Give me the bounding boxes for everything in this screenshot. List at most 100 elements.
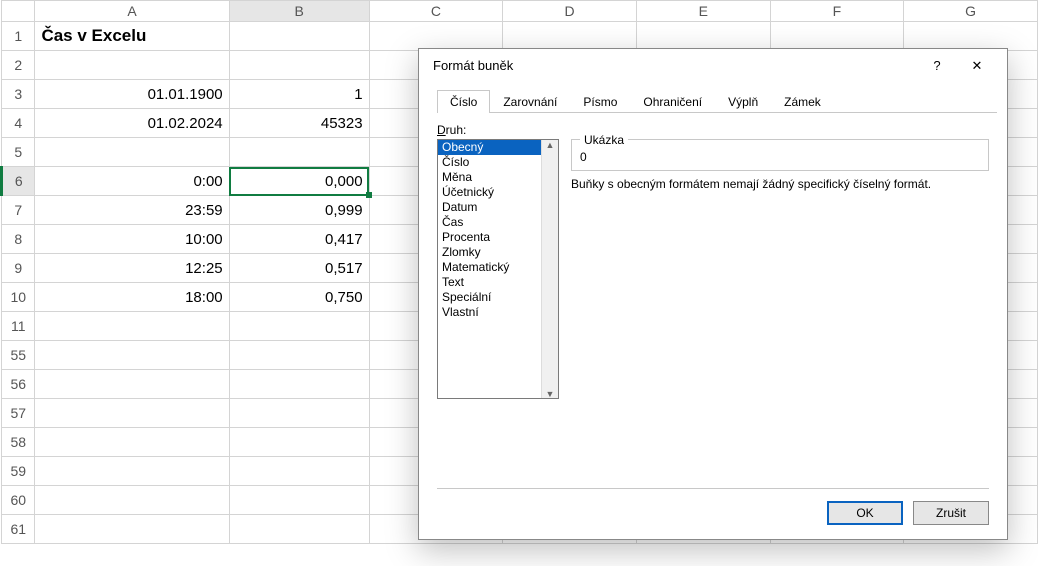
list-item[interactable]: Číslo <box>438 155 558 170</box>
dialog-titlebar[interactable]: Formát buněk ? ✕ <box>419 49 1007 83</box>
cell[interactable] <box>35 515 229 544</box>
row-head[interactable]: 60 <box>2 486 35 515</box>
tab-výplň[interactable]: Výplň <box>715 90 771 113</box>
cell[interactable] <box>503 22 637 51</box>
row-head[interactable]: 61 <box>2 515 35 544</box>
list-item[interactable]: Datum <box>438 200 558 215</box>
row-head[interactable]: 4 <box>2 109 35 138</box>
cell[interactable] <box>229 341 369 370</box>
row-head[interactable]: 1 <box>2 22 35 51</box>
row-head[interactable]: 58 <box>2 428 35 457</box>
scroll-down-icon[interactable]: ▼ <box>546 389 555 399</box>
cell[interactable] <box>229 399 369 428</box>
list-item[interactable]: Speciální <box>438 290 558 305</box>
cell[interactable] <box>35 399 229 428</box>
list-item[interactable]: Měna <box>438 170 558 185</box>
cell[interactable] <box>229 138 369 167</box>
col-corner[interactable] <box>2 1 35 22</box>
cell[interactable] <box>229 486 369 515</box>
scroll-up-icon[interactable]: ▲ <box>546 140 555 150</box>
cell[interactable] <box>35 312 229 341</box>
cell[interactable] <box>35 341 229 370</box>
cell[interactable] <box>229 370 369 399</box>
druh-label: Druh: <box>437 123 466 137</box>
row-head[interactable]: 8 <box>2 225 35 254</box>
list-item[interactable]: Zlomky <box>438 245 558 260</box>
list-item[interactable]: Text <box>438 275 558 290</box>
row-head[interactable]: 3 <box>2 80 35 109</box>
row-head[interactable]: 55 <box>2 341 35 370</box>
cell[interactable] <box>229 515 369 544</box>
row-head[interactable]: 57 <box>2 399 35 428</box>
cell[interactable] <box>369 22 503 51</box>
listbox-scrollbar[interactable]: ▲▼ <box>541 140 558 399</box>
close-button[interactable]: ✕ <box>957 52 997 80</box>
row-head[interactable]: 7 <box>2 196 35 225</box>
col-head-D[interactable]: D <box>503 1 637 22</box>
cell[interactable]: 0,000 <box>229 167 369 196</box>
row-head[interactable]: 6 <box>2 167 35 196</box>
cell[interactable]: 1 <box>229 80 369 109</box>
dialog-title: Formát buněk <box>433 58 513 73</box>
cell[interactable]: 18:00 <box>35 283 229 312</box>
cell[interactable] <box>770 22 904 51</box>
cell[interactable]: 0,517 <box>229 254 369 283</box>
col-head-E[interactable]: E <box>636 1 770 22</box>
column-header-row: A B C D E F G <box>2 1 1038 22</box>
tab-zámek[interactable]: Zámek <box>771 90 834 113</box>
cell[interactable] <box>35 138 229 167</box>
cell[interactable] <box>229 428 369 457</box>
help-button[interactable]: ? <box>917 52 957 80</box>
cell[interactable]: 0,999 <box>229 196 369 225</box>
cell[interactable] <box>229 312 369 341</box>
row-head[interactable]: 56 <box>2 370 35 399</box>
cell[interactable] <box>636 22 770 51</box>
cell[interactable]: 01.02.2024 <box>35 109 229 138</box>
tabstrip: ČísloZarovnáníPísmoOhraničeníVýplňZámek <box>437 89 997 113</box>
tab-zarovnání[interactable]: Zarovnání <box>490 90 570 113</box>
tab-písmo[interactable]: Písmo <box>570 90 630 113</box>
cell[interactable] <box>35 428 229 457</box>
cell[interactable]: 45323 <box>229 109 369 138</box>
row-head[interactable]: 10 <box>2 283 35 312</box>
col-head-A[interactable]: A <box>35 1 229 22</box>
row-head[interactable]: 11 <box>2 312 35 341</box>
tab-ohraničení[interactable]: Ohraničení <box>630 90 715 113</box>
col-head-B[interactable]: B <box>229 1 369 22</box>
cell[interactable] <box>229 457 369 486</box>
sample-label: Ukázka <box>580 133 628 147</box>
cell[interactable]: 0,750 <box>229 283 369 312</box>
row-head[interactable]: 59 <box>2 457 35 486</box>
cell[interactable]: 10:00 <box>35 225 229 254</box>
col-head-F[interactable]: F <box>770 1 904 22</box>
col-head-G[interactable]: G <box>904 1 1038 22</box>
tab-číslo[interactable]: Číslo <box>437 90 490 113</box>
row-head[interactable]: 2 <box>2 51 35 80</box>
list-item[interactable]: Čas <box>438 215 558 230</box>
cell[interactable] <box>35 370 229 399</box>
row-head[interactable]: 5 <box>2 138 35 167</box>
category-listbox[interactable]: ▲▼ ObecnýČísloMěnaÚčetnickýDatumČasProce… <box>437 139 559 399</box>
list-item[interactable]: Obecný <box>438 140 558 155</box>
cell[interactable] <box>35 486 229 515</box>
cell[interactable]: Čas v Excelu <box>35 22 229 51</box>
col-head-C[interactable]: C <box>369 1 503 22</box>
list-item[interactable]: Účetnický <box>438 185 558 200</box>
cell[interactable] <box>229 51 369 80</box>
row-head[interactable]: 9 <box>2 254 35 283</box>
cell[interactable]: 12:25 <box>35 254 229 283</box>
list-item[interactable]: Vlastní <box>438 305 558 320</box>
ok-button[interactable]: OK <box>827 501 903 525</box>
cell[interactable] <box>904 22 1038 51</box>
sample-fieldset: Ukázka 0 <box>571 139 989 171</box>
cell[interactable] <box>229 22 369 51</box>
cancel-button[interactable]: Zrušit <box>913 501 989 525</box>
list-item[interactable]: Procenta <box>438 230 558 245</box>
cell[interactable] <box>35 51 229 80</box>
cell[interactable]: 0:00 <box>35 167 229 196</box>
cell[interactable]: 01.01.1900 <box>35 80 229 109</box>
list-item[interactable]: Matematický <box>438 260 558 275</box>
cell[interactable] <box>35 457 229 486</box>
cell[interactable]: 23:59 <box>35 196 229 225</box>
cell[interactable]: 0,417 <box>229 225 369 254</box>
